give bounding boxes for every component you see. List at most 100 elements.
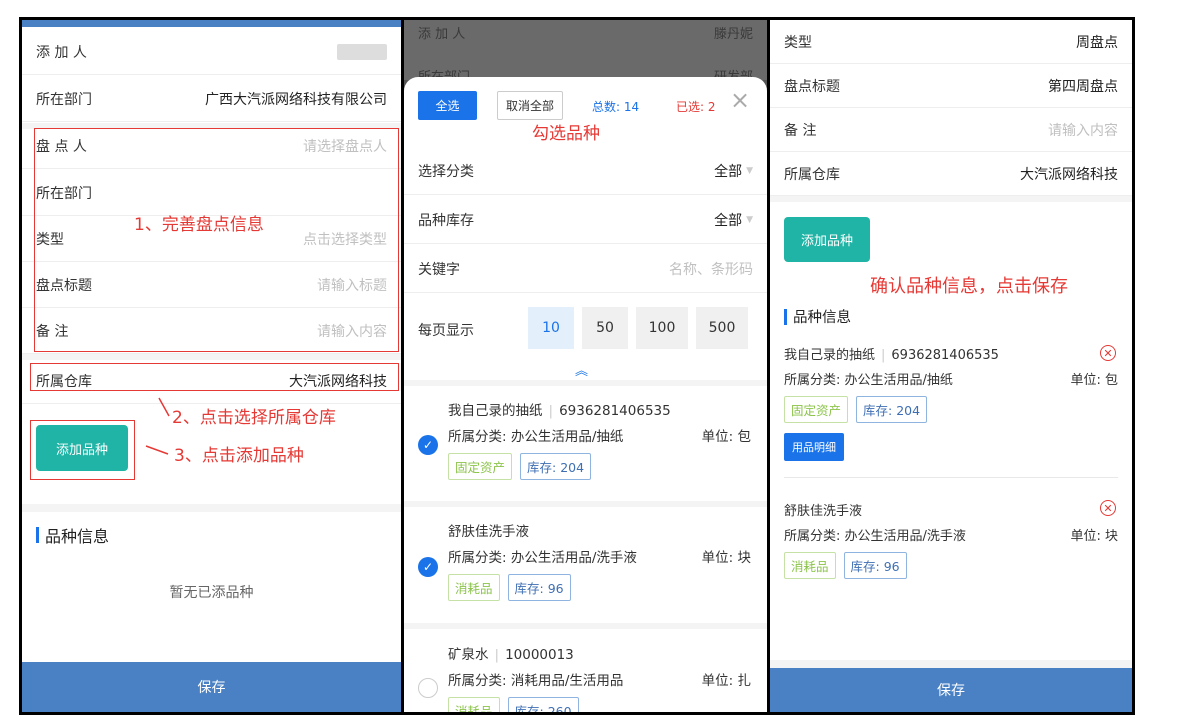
item-code: 10000013 [505, 647, 574, 663]
save-button[interactable]: 保存 [770, 668, 1132, 712]
section-title: 品种信息 [793, 310, 851, 326]
item-tag: 消耗品 [448, 574, 500, 601]
list-item[interactable]: 矿泉水 | 10000013 所属分类: 消耗用品/生活用品 单位: 扎 消耗品 库存:… [448, 643, 751, 712]
collapse-icon[interactable]: ︽ [575, 360, 588, 379]
item-category: 所属分类: 办公生活用品/抽纸 [448, 429, 624, 445]
item-tag: 固定资产 [448, 453, 513, 480]
panel-create-inventory: 添 加 人 所在部门 广西大汽派网络科技有限公司 盘 点 人 请选择盘点人 所在… [22, 20, 401, 712]
per-page-50[interactable]: 50 [582, 307, 628, 349]
category-filter[interactable]: 选择分类 全部 ▼ [404, 147, 767, 195]
item-unit: 单位: 包 [1070, 373, 1118, 388]
item-name: 我自己录的抽纸 [448, 403, 543, 419]
annotation-select: 勾选品种 [532, 124, 600, 144]
top-bar [22, 20, 401, 27]
item-stock: 库存: 260 [507, 697, 579, 712]
warehouse-value: 大汽派网络科技 [1020, 166, 1118, 183]
adder-label: 添 加 人 [36, 44, 87, 61]
annotation-arrow-3 [145, 445, 169, 455]
item-name: 矿泉水 [448, 647, 489, 663]
section-marker [36, 527, 39, 543]
category-label: 选择分类 [418, 163, 474, 180]
keyword-label: 关键字 [418, 261, 460, 278]
adder-avatar [337, 43, 387, 60]
chevron-down-icon: ▼ [746, 165, 753, 176]
per-page-10[interactable]: 10 [528, 307, 574, 349]
stock-label: 品种库存 [418, 212, 474, 229]
divider [770, 196, 1132, 202]
item-unit: 单位: 块 [1070, 529, 1118, 544]
select-sheet: 全选 取消全部 总数: 14 已选: 2 × 勾选品种 选择分类 全部 ▼ 品种库… [404, 77, 767, 712]
list-item[interactable]: 舒肤佳洗手液 所属分类: 办公生活用品/洗手液 单位: 块 消耗品 库存: 96 [448, 520, 751, 601]
title-value: 第四周盘点 [1048, 78, 1118, 95]
screenshot-frame: 添 加 人 所在部门 广西大汽派网络科技有限公司 盘 点 人 请选择盘点人 所在… [19, 17, 1135, 715]
list-item: 舒肤佳洗手液 所属分类: 办公生活用品/洗手液 单位: 块 消耗品 库存: 96 [784, 500, 1118, 579]
bg-adder-label: 添 加 人 [418, 27, 466, 42]
divider [784, 477, 1118, 478]
category-value: 全部 [714, 163, 743, 180]
annotation-3: 3、点击添加品种 [174, 446, 304, 466]
select-all-button[interactable]: 全选 [418, 91, 477, 120]
annotation-confirm: 确认品种信息，点击保存 [870, 276, 1068, 297]
empty-text: 暂无已添品种 [169, 585, 254, 601]
per-page-100[interactable]: 100 [636, 307, 688, 349]
total-count: 总数: 14 [592, 100, 640, 114]
title-row[interactable]: 盘点标题 第四周盘点 [770, 64, 1132, 108]
title-label: 盘点标题 [784, 78, 840, 95]
stock-filter[interactable]: 品种库存 全部 ▼ [404, 196, 767, 244]
dept-value: 广西大汽派网络科技有限公司 [205, 91, 387, 108]
warehouse-row[interactable]: 所属仓库 大汽派网络科技 [770, 152, 1132, 196]
checkbox-checked-icon[interactable]: ✓ [418, 557, 438, 577]
item-category: 所属分类: 办公生活用品/抽纸 [784, 373, 953, 388]
adder-row: 添 加 人 [22, 29, 401, 75]
item-category: 所属分类: 办公生活用品/洗手液 [784, 529, 966, 544]
stock-value: 全部 [714, 212, 743, 229]
item-tag: 固定资产 [784, 396, 849, 423]
item-stock: 库存: 204 [520, 453, 592, 480]
panel-confirm-items: 类型 周盘点 盘点标题 第四周盘点 备 注 请输入内容 所属仓库 大汽派网络科技… [770, 20, 1132, 712]
item-stock: 库存: 96 [507, 574, 571, 601]
item-unit: 单位: 包 [701, 429, 751, 445]
annotation-2: 2、点击选择所属仓库 [172, 408, 336, 428]
save-button[interactable]: 保存 [22, 662, 401, 712]
list-item[interactable]: 我自己录的抽纸 | 6936281406535 所属分类: 办公生活用品/抽纸 单位:… [448, 399, 751, 480]
item-name: 舒肤佳洗手液 [784, 504, 863, 519]
add-item-button[interactable]: 添加品种 [36, 425, 128, 471]
warehouse-label: 所属仓库 [784, 166, 840, 183]
checkbox-checked-icon[interactable]: ✓ [418, 435, 438, 455]
section-item-info: 品种信息 [36, 523, 109, 547]
remark-row[interactable]: 备 注 请输入内容 [770, 108, 1132, 152]
type-row[interactable]: 类型 周盘点 [770, 20, 1132, 64]
item-unit: 单位: 块 [701, 550, 751, 566]
chevron-down-icon: ▼ [746, 214, 753, 225]
remove-icon[interactable]: ✕ [1100, 500, 1116, 516]
annotation-1: 1、完善盘点信息 [134, 215, 264, 235]
dimmed-background: 添 加 人 滕丹妮 所在部门 研发部 [404, 20, 767, 85]
section-item-info: 品种信息 [784, 306, 851, 327]
remark-placeholder: 请输入内容 [1048, 122, 1118, 139]
item-unit: 单位: 扎 [701, 673, 751, 689]
add-item-button[interactable]: 添加品种 [784, 217, 870, 262]
panel-select-items: 添 加 人 滕丹妮 所在部门 研发部 全选 取消全部 总数: 14 已选: 2 … [404, 20, 767, 712]
per-page-500[interactable]: 500 [696, 307, 748, 349]
type-value: 周盘点 [1076, 34, 1118, 51]
annotation-box-warehouse [30, 363, 399, 391]
item-tag: 消耗品 [784, 552, 836, 579]
keyword-placeholder: 名称、条形码 [669, 261, 753, 278]
close-icon[interactable]: × [730, 88, 750, 112]
divider [404, 501, 767, 507]
divider [404, 623, 767, 629]
item-name: 我自己录的抽纸 [784, 348, 876, 363]
per-page-label: 每页显示 [418, 323, 474, 339]
item-stock: 库存: 204 [856, 396, 928, 423]
keyword-field[interactable]: 关键字 名称、条形码 [404, 245, 767, 293]
item-detail-button[interactable]: 用品明细 [784, 433, 844, 461]
item-name: 舒肤佳洗手液 [448, 524, 529, 540]
type-label: 类型 [784, 34, 812, 51]
deselect-all-button[interactable]: 取消全部 [497, 91, 563, 120]
checkbox-unchecked-icon[interactable] [418, 678, 438, 698]
dept-row: 所在部门 广西大汽派网络科技有限公司 [22, 76, 401, 122]
selected-count: 已选: 2 [676, 100, 716, 114]
annotation-box-info [34, 128, 399, 352]
remove-icon[interactable]: ✕ [1100, 345, 1116, 361]
divider [770, 660, 1132, 668]
